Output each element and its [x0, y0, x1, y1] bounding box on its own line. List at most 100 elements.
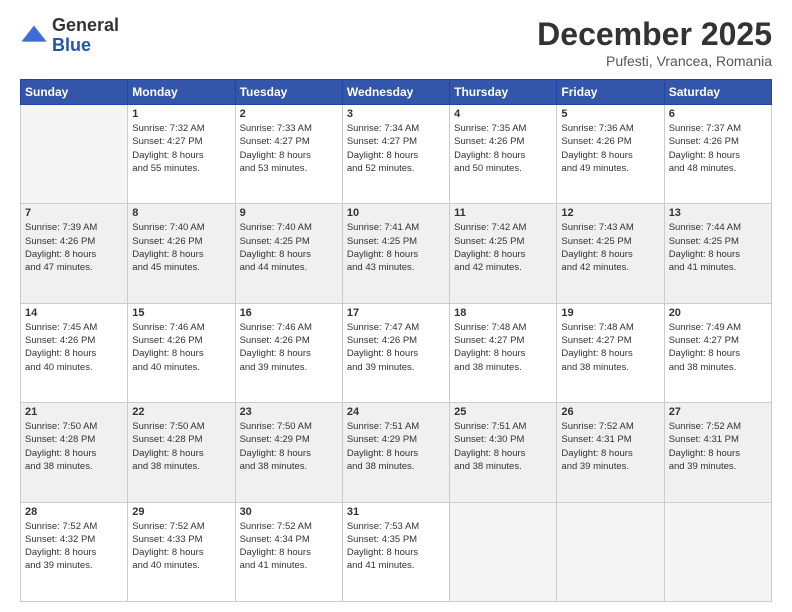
daylight-minutes-text: and 50 minutes.: [454, 163, 522, 174]
daylight-hours-text: Daylight: 8 hours: [669, 249, 740, 260]
table-row: 21Sunrise: 7:50 AMSunset: 4:28 PMDayligh…: [21, 403, 128, 502]
daylight-hours-text: Daylight: 8 hours: [25, 249, 96, 260]
daylight-minutes-text: and 40 minutes.: [132, 362, 200, 373]
daylight-hours-text: Daylight: 8 hours: [347, 249, 418, 260]
table-row: 6Sunrise: 7:37 AMSunset: 4:26 PMDaylight…: [664, 105, 771, 204]
table-row: 15Sunrise: 7:46 AMSunset: 4:26 PMDayligh…: [128, 303, 235, 402]
daylight-hours-text: Daylight: 8 hours: [669, 448, 740, 459]
sunset-text: Sunset: 4:26 PM: [25, 335, 95, 346]
daylight-hours-text: Daylight: 8 hours: [669, 348, 740, 359]
logo-text: General Blue: [52, 16, 119, 56]
sunset-text: Sunset: 4:31 PM: [669, 434, 739, 445]
sunrise-text: Sunrise: 7:41 AM: [347, 222, 419, 233]
sunset-text: Sunset: 4:29 PM: [347, 434, 417, 445]
calendar-week-row: 21Sunrise: 7:50 AMSunset: 4:28 PMDayligh…: [21, 403, 772, 502]
day-number: 6: [669, 108, 767, 120]
sunrise-text: Sunrise: 7:50 AM: [25, 421, 97, 432]
sunset-text: Sunset: 4:27 PM: [454, 335, 524, 346]
sunrise-text: Sunrise: 7:51 AM: [454, 421, 526, 432]
daylight-minutes-text: and 49 minutes.: [561, 163, 629, 174]
daylight-hours-text: Daylight: 8 hours: [347, 348, 418, 359]
sunrise-text: Sunrise: 7:36 AM: [561, 123, 633, 134]
sunset-text: Sunset: 4:25 PM: [240, 236, 310, 247]
daylight-hours-text: Daylight: 8 hours: [240, 547, 311, 558]
day-number: 18: [454, 307, 552, 319]
daylight-hours-text: Daylight: 8 hours: [132, 150, 203, 161]
daylight-hours-text: Daylight: 8 hours: [454, 150, 525, 161]
daylight-minutes-text: and 38 minutes.: [454, 461, 522, 472]
daylight-minutes-text: and 39 minutes.: [669, 461, 737, 472]
day-info: Sunrise: 7:51 AMSunset: 4:30 PMDaylight:…: [454, 420, 552, 473]
day-info: Sunrise: 7:48 AMSunset: 4:27 PMDaylight:…: [561, 321, 659, 374]
day-number: 4: [454, 108, 552, 120]
day-info: Sunrise: 7:36 AMSunset: 4:26 PMDaylight:…: [561, 122, 659, 175]
daylight-minutes-text: and 39 minutes.: [561, 461, 629, 472]
day-number: 13: [669, 207, 767, 219]
daylight-minutes-text: and 38 minutes.: [25, 461, 93, 472]
daylight-hours-text: Daylight: 8 hours: [132, 547, 203, 558]
table-row: [21, 105, 128, 204]
table-row: [450, 502, 557, 601]
sunrise-text: Sunrise: 7:46 AM: [132, 322, 204, 333]
day-number: 3: [347, 108, 445, 120]
day-info: Sunrise: 7:52 AMSunset: 4:34 PMDaylight:…: [240, 520, 338, 573]
table-row: 11Sunrise: 7:42 AMSunset: 4:25 PMDayligh…: [450, 204, 557, 303]
daylight-minutes-text: and 39 minutes.: [347, 362, 415, 373]
daylight-minutes-text: and 44 minutes.: [240, 262, 308, 273]
daylight-minutes-text: and 40 minutes.: [132, 560, 200, 571]
day-info: Sunrise: 7:43 AMSunset: 4:25 PMDaylight:…: [561, 221, 659, 274]
day-info: Sunrise: 7:40 AMSunset: 4:25 PMDaylight:…: [240, 221, 338, 274]
header-monday: Monday: [128, 80, 235, 105]
daylight-minutes-text: and 45 minutes.: [132, 262, 200, 273]
logo-general-label: General: [52, 16, 119, 36]
day-info: Sunrise: 7:50 AMSunset: 4:28 PMDaylight:…: [132, 420, 230, 473]
table-row: [557, 502, 664, 601]
sunrise-text: Sunrise: 7:44 AM: [669, 222, 741, 233]
day-number: 25: [454, 406, 552, 418]
daylight-minutes-text: and 47 minutes.: [25, 262, 93, 273]
daylight-hours-text: Daylight: 8 hours: [454, 249, 525, 260]
sunrise-text: Sunrise: 7:52 AM: [669, 421, 741, 432]
day-info: Sunrise: 7:35 AM Sunset: 4:26 PM Daylight:…: [454, 122, 552, 175]
daylight-minutes-text: and 52 minutes.: [347, 163, 415, 174]
table-row: [664, 502, 771, 601]
sunrise-text: Sunrise: 7:32 AM: [132, 123, 204, 134]
sunrise-text: Sunrise: 7:53 AM: [347, 521, 419, 532]
daylight-minutes-text: and 42 minutes.: [454, 262, 522, 273]
table-row: 18Sunrise: 7:48 AMSunset: 4:27 PMDayligh…: [450, 303, 557, 402]
sunrise-text: Sunrise: 7:35 AM: [454, 123, 526, 134]
table-row: 7Sunrise: 7:39 AMSunset: 4:26 PMDaylight…: [21, 204, 128, 303]
day-number: 16: [240, 307, 338, 319]
daylight-minutes-text: and 38 minutes.: [240, 461, 308, 472]
subtitle: Pufesti, Vrancea, Romania: [537, 53, 772, 69]
day-number: 22: [132, 406, 230, 418]
sunrise-text: Sunrise: 7:46 AM: [240, 322, 312, 333]
sunset-text: Sunset: 4:26 PM: [454, 136, 524, 147]
day-number: 29: [132, 506, 230, 518]
day-info: Sunrise: 7:52 AMSunset: 4:33 PMDaylight:…: [132, 520, 230, 573]
logo-icon: [20, 22, 48, 50]
table-row: 16Sunrise: 7:46 AMSunset: 4:26 PMDayligh…: [235, 303, 342, 402]
sunset-text: Sunset: 4:25 PM: [454, 236, 524, 247]
sunset-text: Sunset: 4:25 PM: [561, 236, 631, 247]
sunset-text: Sunset: 4:31 PM: [561, 434, 631, 445]
sunrise-text: Sunrise: 7:42 AM: [454, 222, 526, 233]
daylight-minutes-text: and 43 minutes.: [347, 262, 415, 273]
table-row: 4 Sunrise: 7:35 AM Sunset: 4:26 PM Daylight…: [450, 105, 557, 204]
calendar-week-row: 14Sunrise: 7:45 AMSunset: 4:26 PMDayligh…: [21, 303, 772, 402]
day-info: Sunrise: 7:50 AMSunset: 4:29 PMDaylight:…: [240, 420, 338, 473]
day-number: 23: [240, 406, 338, 418]
day-info: Sunrise: 7:51 AMSunset: 4:29 PMDaylight:…: [347, 420, 445, 473]
daylight-minutes-text: and 40 minutes.: [25, 362, 93, 373]
sunset-text: Sunset: 4:26 PM: [347, 335, 417, 346]
daylight-minutes-text: and 41 minutes.: [240, 560, 308, 571]
table-row: 3Sunrise: 7:34 AMSunset: 4:27 PMDaylight…: [342, 105, 449, 204]
calendar-table: Sunday Monday Tuesday Wednesday Thursday…: [20, 79, 772, 602]
day-info: Sunrise: 7:52 AMSunset: 4:31 PMDaylight:…: [561, 420, 659, 473]
daylight-hours-text: Daylight: 8 hours: [454, 448, 525, 459]
table-row: 5Sunrise: 7:36 AMSunset: 4:26 PMDaylight…: [557, 105, 664, 204]
day-number: 12: [561, 207, 659, 219]
day-number: 26: [561, 406, 659, 418]
daylight-minutes-text: and 38 minutes.: [561, 362, 629, 373]
sunrise-text: Sunrise: 7:39 AM: [25, 222, 97, 233]
